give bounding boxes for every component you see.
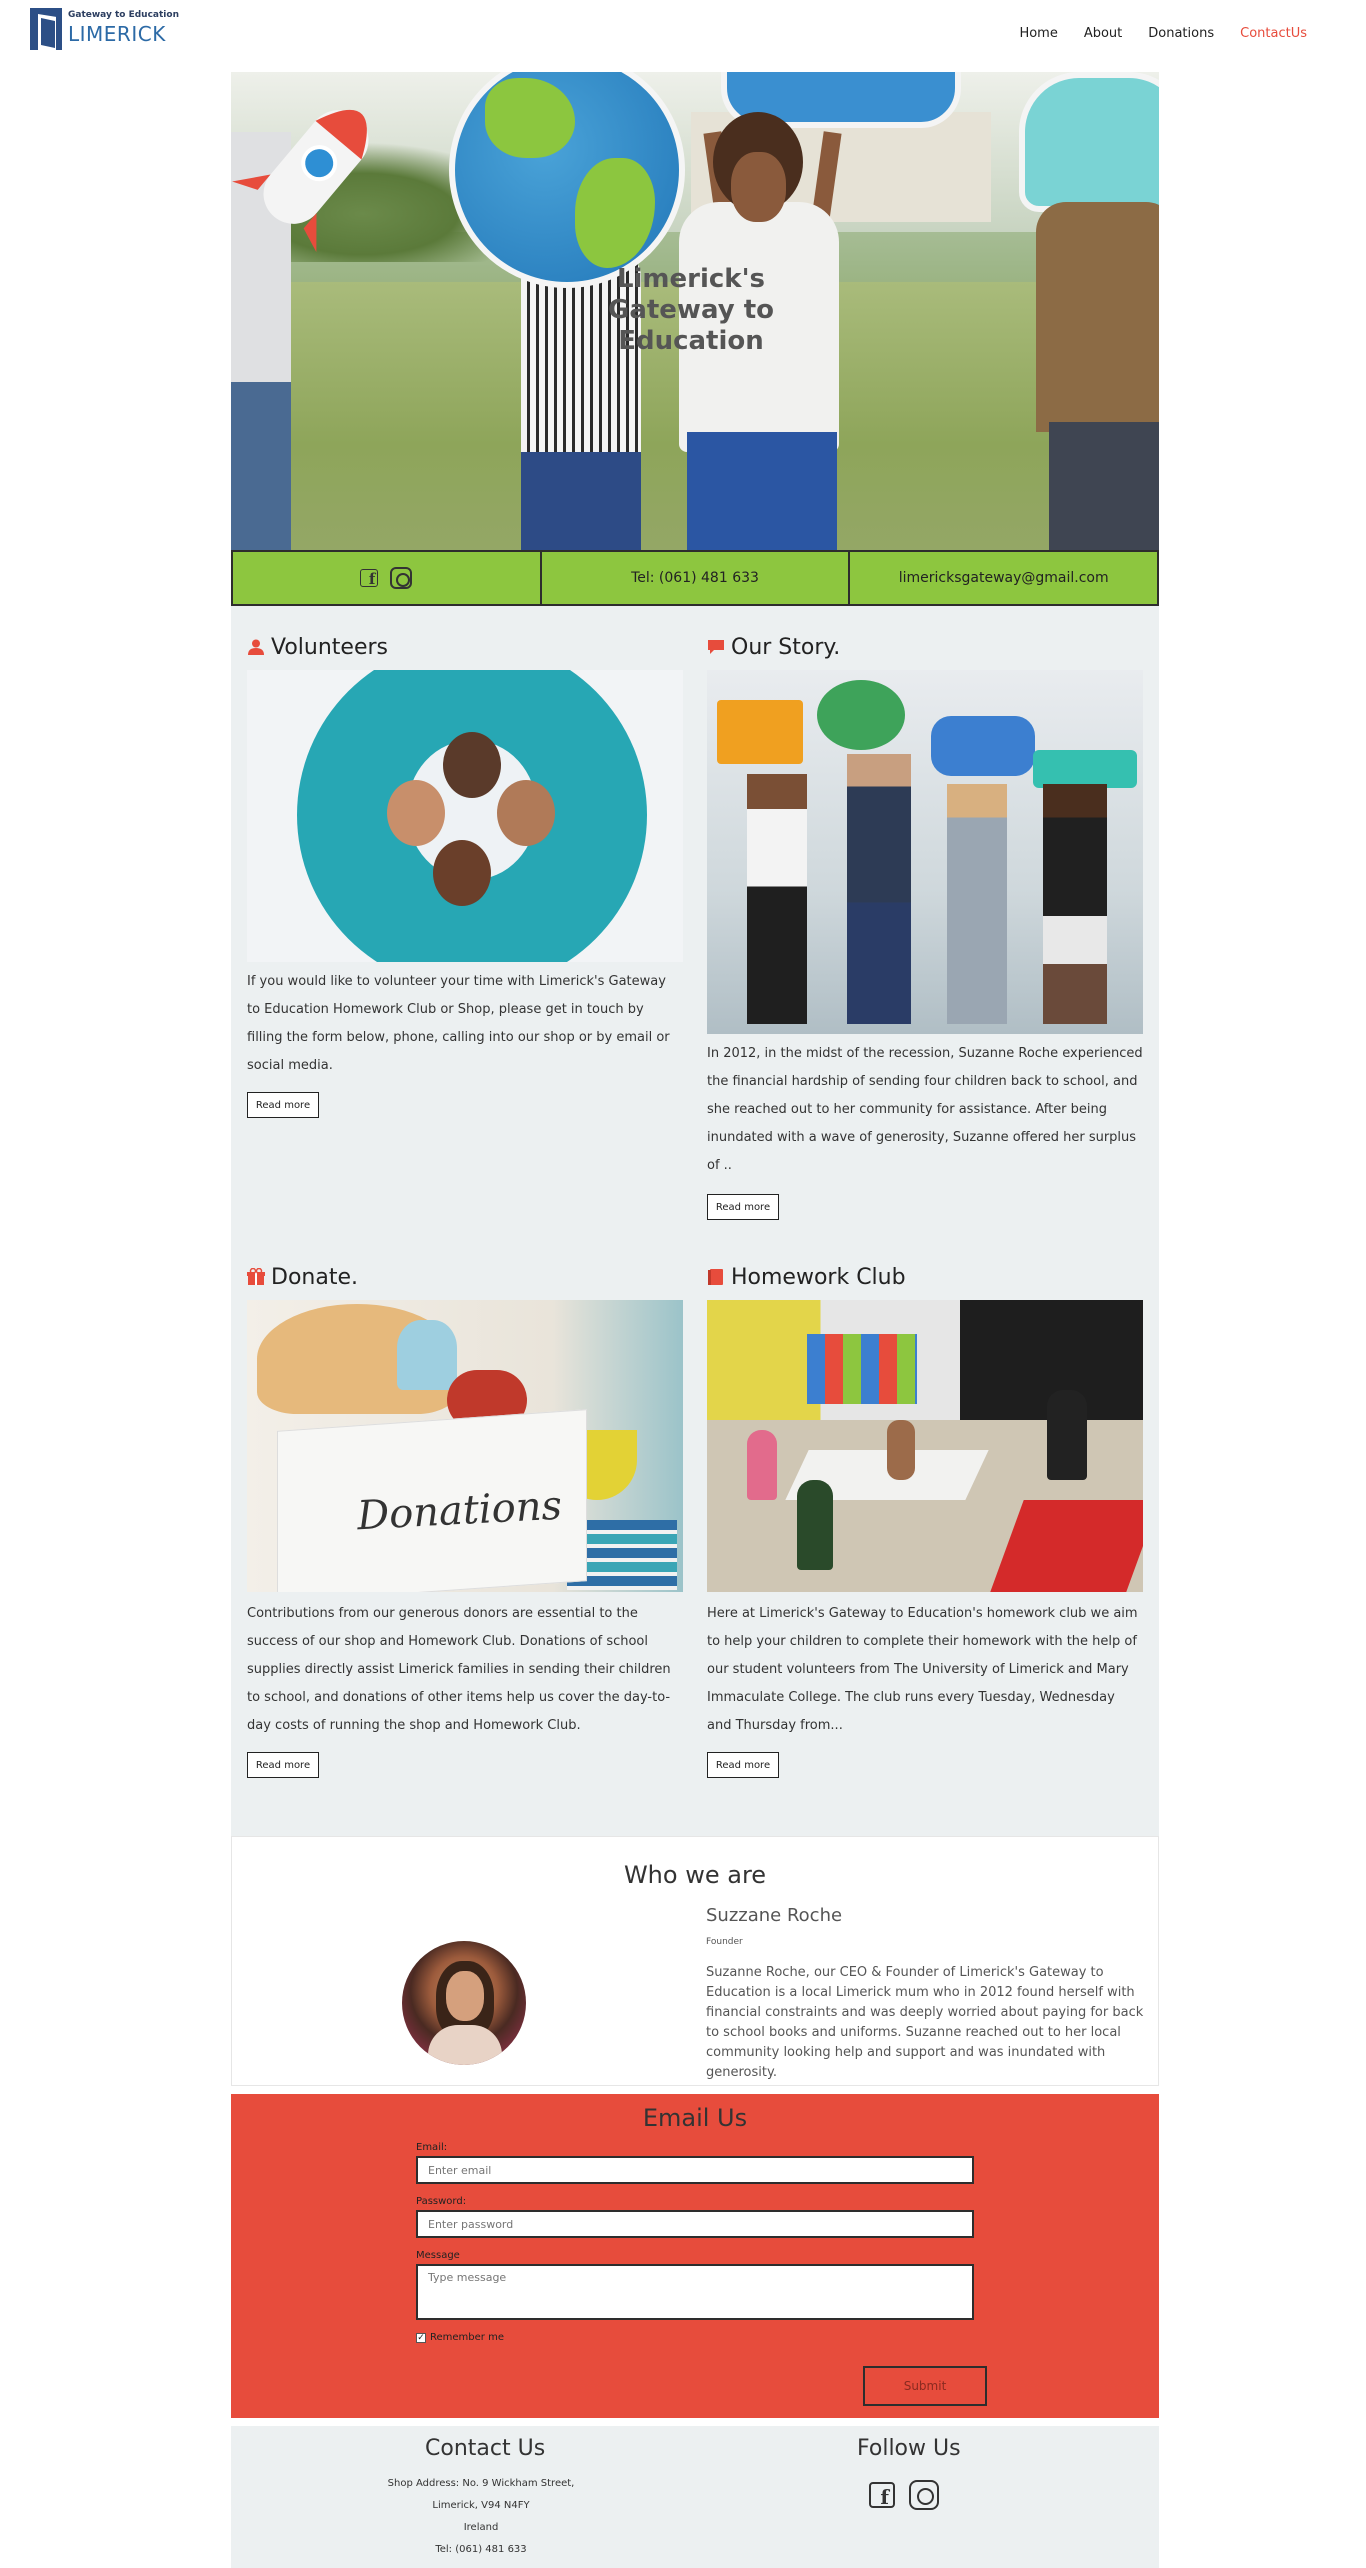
address-line-3: Ireland bbox=[463, 2522, 499, 2533]
message-label: Message bbox=[416, 2250, 460, 2261]
email-title: Email Us bbox=[642, 2104, 748, 2132]
cloud-sign-icon bbox=[1019, 72, 1159, 212]
volunteer-face bbox=[433, 840, 491, 906]
who-title: Who we are bbox=[623, 1861, 767, 1889]
volunteers-text: If you would like to volunteer your time… bbox=[247, 974, 670, 1073]
donate-title: Donate. bbox=[247, 1262, 683, 1292]
instagram-icon[interactable] bbox=[909, 2480, 939, 2510]
volunteers-card: Volunteers If you would like to voluntee… bbox=[247, 632, 683, 1222]
info-bar: Tel: (061) 481 633 limericksgateway@gmai… bbox=[231, 550, 1160, 606]
homework-read-more-button[interactable]: Read more bbox=[707, 1752, 779, 1778]
password-field[interactable] bbox=[416, 2210, 974, 2238]
gift-icon bbox=[247, 1268, 265, 1285]
nav-about[interactable]: About bbox=[1071, 26, 1135, 41]
donations-image: Donations bbox=[247, 1300, 683, 1592]
founder-name: Suzzane Roche bbox=[706, 1905, 843, 1926]
info-phone[interactable]: Tel: (061) 481 633 bbox=[541, 550, 851, 606]
donate-card: Donate. Donations Contributions from our… bbox=[247, 1262, 683, 1782]
volunteers-title-text: Volunteers bbox=[271, 634, 389, 660]
follow-title: Follow Us bbox=[857, 2436, 961, 2461]
hero-title: Limerick's Gateway to Education bbox=[607, 264, 774, 356]
door-logo-icon bbox=[30, 8, 62, 50]
volunteer-face bbox=[497, 780, 555, 846]
volunteer-face bbox=[387, 780, 445, 846]
story-card: Our Story. In 2012, in the midst of the … bbox=[707, 632, 1143, 1232]
email-field[interactable] bbox=[416, 2156, 974, 2184]
email-section: Email Us Email: Password: Message ✓ Reme… bbox=[231, 2094, 1159, 2418]
comment-icon bbox=[708, 640, 724, 654]
story-read-more-button[interactable]: Read more bbox=[707, 1194, 779, 1220]
hero-banner: Limerick's Gateway to Education bbox=[231, 72, 1159, 550]
story-title: Our Story. bbox=[707, 632, 1143, 662]
hero-person-3-face bbox=[731, 152, 786, 222]
email-label: Email: bbox=[416, 2142, 448, 2153]
founder-role: Founder bbox=[706, 1937, 743, 1947]
who-we-are-section: Who we are Suzzane Roche Founder Suzanne… bbox=[231, 1836, 1159, 2086]
donate-title-text: Donate. bbox=[271, 1264, 358, 1290]
footer: Contact Us Shop Address: No. 9 Wickham S… bbox=[231, 2426, 1159, 2568]
homework-text: Here at Limerick's Gateway to Education'… bbox=[707, 1606, 1138, 1733]
volunteer-face bbox=[443, 732, 501, 798]
facebook-icon[interactable] bbox=[869, 2482, 895, 2509]
volunteers-title: Volunteers bbox=[247, 632, 683, 662]
email-form: Email: Password: Message ✓ Remember me bbox=[416, 2142, 974, 2343]
address-line-1: Shop Address: No. 9 Wickham Street, bbox=[387, 2478, 575, 2489]
password-label: Password: bbox=[416, 2196, 467, 2207]
info-email[interactable]: limericksgateway@gmail.com bbox=[850, 550, 1160, 606]
story-text: In 2012, in the midst of the recession, … bbox=[707, 1046, 1143, 1173]
volunteers-read-more-button[interactable]: Read more bbox=[247, 1092, 319, 1118]
story-title-text: Our Story. bbox=[731, 634, 841, 660]
donate-text: Contributions from our generous donors a… bbox=[247, 1606, 671, 1733]
hero-person-4 bbox=[1036, 202, 1159, 432]
remember-me[interactable]: ✓ Remember me bbox=[416, 2332, 974, 2343]
founder-description: Suzanne Roche, our CEO & Founder of Lime… bbox=[706, 1965, 1144, 2080]
hero-person-1-legs bbox=[231, 382, 291, 550]
nav-links: Home About Donations ContactUs bbox=[1006, 26, 1320, 41]
book-icon bbox=[708, 1269, 723, 1285]
story-image bbox=[707, 670, 1143, 1034]
rocket-sign-icon bbox=[232, 109, 369, 252]
volunteers-image bbox=[247, 670, 683, 962]
homework-card: Homework Club Here at Limerick's Gateway… bbox=[707, 1262, 1143, 1782]
hero-person-2-jeans bbox=[521, 452, 641, 550]
remember-label: Remember me bbox=[430, 2332, 504, 2343]
homework-image bbox=[707, 1300, 1143, 1592]
user-icon bbox=[248, 639, 264, 655]
homework-title: Homework Club bbox=[707, 1262, 1143, 1292]
nav-home[interactable]: Home bbox=[1006, 26, 1070, 41]
logo-wordmark: LIMERICK bbox=[68, 22, 166, 46]
info-social bbox=[231, 550, 542, 606]
homework-title-text: Homework Club bbox=[731, 1264, 906, 1290]
donate-read-more-button[interactable]: Read more bbox=[247, 1752, 319, 1778]
logo-tagline: Gateway to Education bbox=[68, 10, 179, 20]
hero-person-3-jeans bbox=[687, 432, 837, 550]
message-field[interactable] bbox=[416, 2264, 974, 2320]
submit-button[interactable]: Submit bbox=[863, 2366, 987, 2406]
address-line-2: Limerick, V94 N4FY bbox=[432, 2500, 530, 2511]
footer-phone[interactable]: Tel: (061) 481 633 bbox=[371, 2544, 591, 2555]
contact-title: Contact Us bbox=[425, 2436, 546, 2461]
remember-checkbox[interactable]: ✓ bbox=[416, 2332, 426, 2343]
logo[interactable]: Gateway to Education LIMERICK bbox=[30, 6, 179, 52]
features-section: Volunteers If you would like to voluntee… bbox=[231, 606, 1159, 1836]
facebook-icon[interactable] bbox=[360, 569, 379, 588]
instagram-icon[interactable] bbox=[390, 567, 413, 589]
nav-donations[interactable]: Donations bbox=[1135, 26, 1227, 41]
avatar bbox=[402, 1941, 526, 2065]
navbar: Gateway to Education LIMERICK Home About… bbox=[0, 0, 1366, 72]
nav-contactus[interactable]: ContactUs bbox=[1227, 26, 1320, 41]
hero-person-4-jeans bbox=[1049, 422, 1159, 550]
